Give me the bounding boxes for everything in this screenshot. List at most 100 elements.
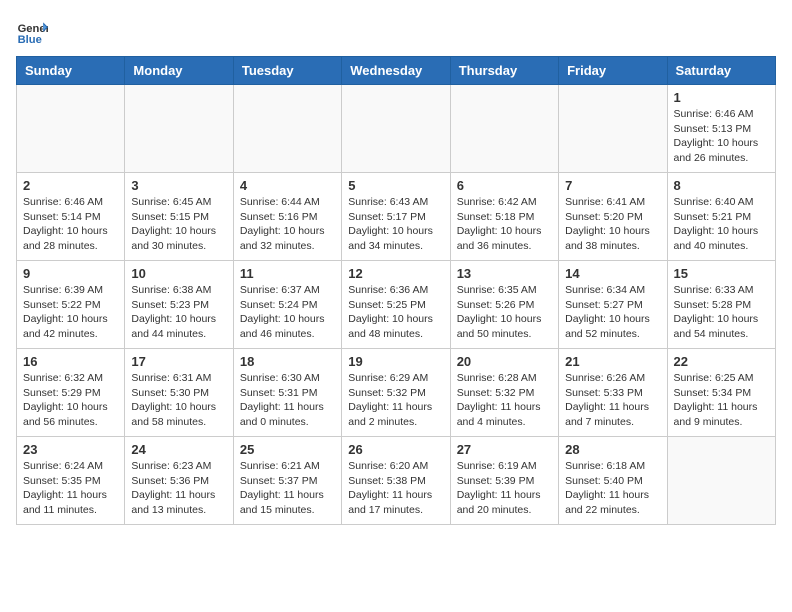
day-number: 27	[457, 442, 552, 457]
day-info: Sunrise: 6:26 AM Sunset: 5:33 PM Dayligh…	[565, 371, 660, 430]
calendar-cell: 28Sunrise: 6:18 AM Sunset: 5:40 PM Dayli…	[559, 437, 667, 525]
calendar-cell: 15 Sunrise: 6:33 AM Sunset: 5:28 PM Dayli…	[667, 261, 775, 349]
day-info: Sunrise: 6:36 AM Sunset: 5:25 PM Dayligh…	[348, 283, 443, 342]
weekday-header-wednesday: Wednesday	[342, 57, 450, 85]
logo-icon: General Blue	[16, 16, 48, 48]
day-info: Sunrise: 6:28 AM Sunset: 5:32 PM Dayligh…	[457, 371, 552, 430]
calendar-cell: 27 Sunrise: 6:19 AM Sunset: 5:39 PM Dayli…	[450, 437, 558, 525]
day-number: 15	[674, 266, 769, 281]
day-info: Sunrise: 6:33 AM Sunset: 5:28 PM Dayligh…	[674, 283, 769, 342]
day-number: 9	[23, 266, 118, 281]
day-info: Sunrise: 6:24 AM Sunset: 5:35 PM Dayligh…	[23, 459, 118, 518]
day-info: Sunrise: 6:23 AM Sunset: 5:36 PM Dayligh…	[131, 459, 226, 518]
day-info: Sunrise: 6:20 AM Sunset: 5:38 PM Dayligh…	[348, 459, 443, 518]
day-number: 4	[240, 178, 335, 193]
calendar-cell: 22Sunrise: 6:25 AM Sunset: 5:34 PM Dayli…	[667, 349, 775, 437]
day-number: 10	[131, 266, 226, 281]
logo: General Blue	[16, 16, 52, 48]
calendar-cell: 6 Sunrise: 6:42 AM Sunset: 5:18 PM Daylig…	[450, 173, 558, 261]
calendar-cell: 23 Sunrise: 6:24 AM Sunset: 5:35 PM Dayli…	[17, 437, 125, 525]
day-number: 2	[23, 178, 118, 193]
day-number: 5	[348, 178, 443, 193]
day-info: Sunrise: 6:46 AM Sunset: 5:14 PM Dayligh…	[23, 195, 118, 254]
calendar-cell: 25 Sunrise: 6:21 AM Sunset: 5:37 PM Dayli…	[233, 437, 341, 525]
calendar-cell: 14Sunrise: 6:34 AM Sunset: 5:27 PM Dayli…	[559, 261, 667, 349]
day-info: Sunrise: 6:46 AM Sunset: 5:13 PM Dayligh…	[674, 107, 769, 166]
day-number: 24	[131, 442, 226, 457]
calendar-cell: 9 Sunrise: 6:39 AM Sunset: 5:22 PM Daylig…	[17, 261, 125, 349]
calendar-cell: 1 Sunrise: 6:46 AM Sunset: 5:13 PM Daylig…	[667, 85, 775, 173]
calendar-cell: 21 Sunrise: 6:26 AM Sunset: 5:33 PM Dayli…	[559, 349, 667, 437]
calendar-cell: 2 Sunrise: 6:46 AM Sunset: 5:14 PM Daylig…	[17, 173, 125, 261]
calendar-cell	[17, 85, 125, 173]
day-info: Sunrise: 6:38 AM Sunset: 5:23 PM Dayligh…	[131, 283, 226, 342]
day-info: Sunrise: 6:21 AM Sunset: 5:37 PM Dayligh…	[240, 459, 335, 518]
calendar-week-1: 1 Sunrise: 6:46 AM Sunset: 5:13 PM Daylig…	[17, 85, 776, 173]
weekday-header-tuesday: Tuesday	[233, 57, 341, 85]
calendar-week-5: 23 Sunrise: 6:24 AM Sunset: 5:35 PM Dayli…	[17, 437, 776, 525]
calendar-cell	[450, 85, 558, 173]
svg-text:Blue: Blue	[18, 34, 42, 46]
calendar-cell: 24 Sunrise: 6:23 AM Sunset: 5:36 PM Dayli…	[125, 437, 233, 525]
calendar-cell	[559, 85, 667, 173]
day-number: 3	[131, 178, 226, 193]
day-number: 20	[457, 354, 552, 369]
calendar-cell: 19 Sunrise: 6:29 AM Sunset: 5:32 PM Dayli…	[342, 349, 450, 437]
calendar-week-2: 2 Sunrise: 6:46 AM Sunset: 5:14 PM Daylig…	[17, 173, 776, 261]
day-info: Sunrise: 6:31 AM Sunset: 5:30 PM Dayligh…	[131, 371, 226, 430]
day-number: 13	[457, 266, 552, 281]
weekday-header-row: SundayMondayTuesdayWednesdayThursdayFrid…	[17, 57, 776, 85]
calendar-cell	[125, 85, 233, 173]
day-number: 23	[23, 442, 118, 457]
day-number: 21	[565, 354, 660, 369]
calendar-cell: 11 Sunrise: 6:37 AM Sunset: 5:24 PM Dayli…	[233, 261, 341, 349]
calendar-cell: 7Sunrise: 6:41 AM Sunset: 5:20 PM Daylig…	[559, 173, 667, 261]
calendar-cell: 10 Sunrise: 6:38 AM Sunset: 5:23 PM Dayli…	[125, 261, 233, 349]
calendar-cell: 5Sunrise: 6:43 AM Sunset: 5:17 PM Daylig…	[342, 173, 450, 261]
day-info: Sunrise: 6:30 AM Sunset: 5:31 PM Dayligh…	[240, 371, 335, 430]
day-number: 19	[348, 354, 443, 369]
calendar-table: SundayMondayTuesdayWednesdayThursdayFrid…	[16, 56, 776, 525]
weekday-header-thursday: Thursday	[450, 57, 558, 85]
day-info: Sunrise: 6:19 AM Sunset: 5:39 PM Dayligh…	[457, 459, 552, 518]
day-info: Sunrise: 6:18 AM Sunset: 5:40 PM Dayligh…	[565, 459, 660, 518]
day-info: Sunrise: 6:37 AM Sunset: 5:24 PM Dayligh…	[240, 283, 335, 342]
day-number: 8	[674, 178, 769, 193]
calendar-cell: 16 Sunrise: 6:32 AM Sunset: 5:29 PM Dayli…	[17, 349, 125, 437]
calendar-cell	[342, 85, 450, 173]
day-number: 18	[240, 354, 335, 369]
day-number: 16	[23, 354, 118, 369]
day-info: Sunrise: 6:25 AM Sunset: 5:34 PM Dayligh…	[674, 371, 769, 430]
calendar-cell	[667, 437, 775, 525]
day-info: Sunrise: 6:44 AM Sunset: 5:16 PM Dayligh…	[240, 195, 335, 254]
day-info: Sunrise: 6:39 AM Sunset: 5:22 PM Dayligh…	[23, 283, 118, 342]
weekday-header-friday: Friday	[559, 57, 667, 85]
calendar-cell: 20 Sunrise: 6:28 AM Sunset: 5:32 PM Dayli…	[450, 349, 558, 437]
day-number: 17	[131, 354, 226, 369]
calendar-cell: 13 Sunrise: 6:35 AM Sunset: 5:26 PM Dayli…	[450, 261, 558, 349]
calendar-cell: 18 Sunrise: 6:30 AM Sunset: 5:31 PM Dayli…	[233, 349, 341, 437]
weekday-header-monday: Monday	[125, 57, 233, 85]
calendar-week-4: 16 Sunrise: 6:32 AM Sunset: 5:29 PM Dayli…	[17, 349, 776, 437]
day-number: 6	[457, 178, 552, 193]
calendar-cell: 3 Sunrise: 6:45 AM Sunset: 5:15 PM Daylig…	[125, 173, 233, 261]
day-info: Sunrise: 6:32 AM Sunset: 5:29 PM Dayligh…	[23, 371, 118, 430]
calendar-cell: 17 Sunrise: 6:31 AM Sunset: 5:30 PM Dayli…	[125, 349, 233, 437]
weekday-header-saturday: Saturday	[667, 57, 775, 85]
day-number: 11	[240, 266, 335, 281]
day-number: 7	[565, 178, 660, 193]
calendar-cell: 26Sunrise: 6:20 AM Sunset: 5:38 PM Dayli…	[342, 437, 450, 525]
day-number: 25	[240, 442, 335, 457]
calendar-week-3: 9 Sunrise: 6:39 AM Sunset: 5:22 PM Daylig…	[17, 261, 776, 349]
day-info: Sunrise: 6:42 AM Sunset: 5:18 PM Dayligh…	[457, 195, 552, 254]
calendar-cell	[233, 85, 341, 173]
day-number: 12	[348, 266, 443, 281]
weekday-header-sunday: Sunday	[17, 57, 125, 85]
calendar-cell: 4 Sunrise: 6:44 AM Sunset: 5:16 PM Daylig…	[233, 173, 341, 261]
calendar-cell: 8Sunrise: 6:40 AM Sunset: 5:21 PM Daylig…	[667, 173, 775, 261]
page-header: General Blue	[16, 16, 776, 48]
day-number: 1	[674, 90, 769, 105]
day-info: Sunrise: 6:29 AM Sunset: 5:32 PM Dayligh…	[348, 371, 443, 430]
day-info: Sunrise: 6:45 AM Sunset: 5:15 PM Dayligh…	[131, 195, 226, 254]
day-info: Sunrise: 6:35 AM Sunset: 5:26 PM Dayligh…	[457, 283, 552, 342]
